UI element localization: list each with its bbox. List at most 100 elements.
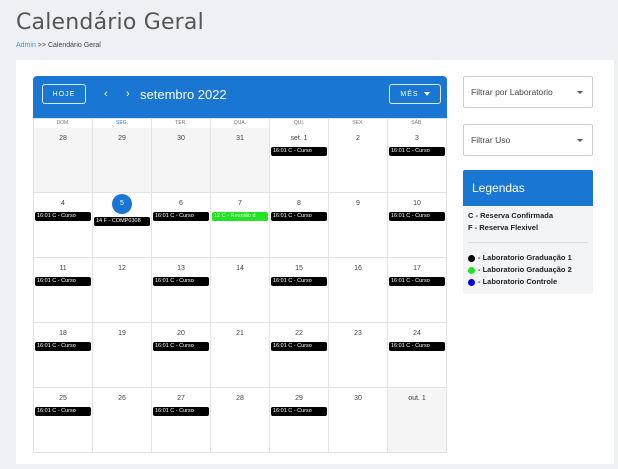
- day-number[interactable]: 27: [152, 394, 210, 404]
- day-number[interactable]: 26: [93, 394, 151, 404]
- calendar-event[interactable]: 16:01 C - Curso: [271, 147, 327, 156]
- calendar-event[interactable]: 16:01 C - Curso: [389, 147, 445, 156]
- day-number[interactable]: 16: [329, 264, 387, 274]
- calendar-event[interactable]: 16:01 C - Curso: [35, 342, 91, 351]
- day-number[interactable]: 7: [211, 199, 269, 209]
- calendar-event[interactable]: 16:01 C - Curso: [389, 277, 445, 286]
- calendar-day-cell[interactable]: 2: [329, 128, 388, 193]
- calendar-day-cell[interactable]: 4 16:01 C - Curso: [34, 193, 93, 258]
- day-number[interactable]: 19: [93, 329, 151, 339]
- day-number[interactable]: out. 1: [388, 394, 446, 404]
- next-month-icon[interactable]: ›: [126, 88, 130, 100]
- calendar-day-cell[interactable]: 16: [329, 258, 388, 323]
- day-number[interactable]: 18: [34, 329, 92, 339]
- calendar-event[interactable]: 16:01 C - Curso: [389, 212, 445, 221]
- calendar-event[interactable]: 16:01 C - Curso: [271, 407, 327, 416]
- calendar-event[interactable]: 16:01 C - Curso: [35, 212, 91, 221]
- day-number[interactable]: 25: [34, 394, 92, 404]
- day-number[interactable]: 14: [211, 264, 269, 274]
- prev-month-icon[interactable]: ‹: [104, 88, 108, 100]
- day-number[interactable]: 22: [270, 329, 328, 339]
- calendar-event[interactable]: 12 C - Reunião d: [212, 212, 268, 221]
- color-dot-icon: [468, 278, 475, 286]
- day-number[interactable]: 28: [211, 394, 269, 404]
- day-number[interactable]: 8: [270, 199, 328, 209]
- calendar-day-cell[interactable]: 20 16:01 C - Curso: [152, 323, 211, 388]
- day-number[interactable]: 15: [270, 264, 328, 274]
- breadcrumb-admin-link[interactable]: Admin: [16, 42, 36, 49]
- calendar-day-cell[interactable]: 13 16:01 C - Curso: [152, 258, 211, 323]
- calendar-day-cell[interactable]: 21: [211, 323, 270, 388]
- calendar-event[interactable]: 16:01 C - Curso: [389, 342, 445, 351]
- day-number[interactable]: 20: [152, 329, 210, 339]
- calendar-day-cell[interactable]: 23: [329, 323, 388, 388]
- day-number[interactable]: 23: [329, 329, 387, 339]
- weekday-label: TER.: [152, 119, 211, 128]
- calendar-day-cell[interactable]: 5 14 F - COMP0308: [93, 193, 152, 258]
- filter-use-select[interactable]: Filtrar Uso: [463, 124, 593, 156]
- filter-lab-select[interactable]: Filtrar por Laboratorio: [463, 76, 593, 108]
- calendar-event[interactable]: 16:01 C - Curso: [153, 407, 209, 416]
- calendar-day-cell[interactable]: 22 16:01 C - Curso: [270, 323, 329, 388]
- calendar-day-cell[interactable]: 24 16:01 C - Curso: [388, 323, 447, 388]
- day-number[interactable]: 13: [152, 264, 210, 274]
- calendar-event[interactable]: 16:01 C - Curso: [271, 212, 327, 221]
- calendar-day-cell[interactable]: 29 16:01 C - Curso: [270, 388, 329, 453]
- calendar-day-cell[interactable]: 18 16:01 C - Curso: [34, 323, 93, 388]
- calendar-day-cell[interactable]: 19: [93, 323, 152, 388]
- calendar-event[interactable]: 16:01 C - Curso: [35, 277, 91, 286]
- day-number[interactable]: 3: [388, 134, 446, 144]
- day-number[interactable]: 29: [270, 394, 328, 404]
- day-number[interactable]: set. 1: [270, 134, 328, 144]
- calendar-day-cell[interactable]: 31: [211, 128, 270, 193]
- calendar-event[interactable]: 16:01 C - Curso: [35, 407, 91, 416]
- day-number[interactable]: 28: [34, 134, 92, 144]
- calendar-day-cell[interactable]: 29: [93, 128, 152, 193]
- calendar-event[interactable]: 16:01 C - Curso: [153, 212, 209, 221]
- day-number[interactable]: 30: [329, 394, 387, 404]
- day-number[interactable]: 12: [93, 264, 151, 274]
- view-mode-select[interactable]: MÊS: [389, 84, 441, 104]
- calendar-day-cell[interactable]: 14: [211, 258, 270, 323]
- calendar-day-cell[interactable]: 26: [93, 388, 152, 453]
- breadcrumb: Admin >> Calendário Geral: [16, 42, 101, 49]
- day-number[interactable]: 2: [329, 134, 387, 144]
- day-number[interactable]: 29: [93, 134, 151, 144]
- calendar-event[interactable]: 16:01 C - Curso: [271, 342, 327, 351]
- day-number[interactable]: 30: [152, 134, 210, 144]
- calendar-day-cell[interactable]: 28: [211, 388, 270, 453]
- today-day-number[interactable]: 5: [112, 194, 132, 214]
- day-number[interactable]: 9: [329, 199, 387, 209]
- calendar-day-cell[interactable]: 15 16:01 C - Curso: [270, 258, 329, 323]
- calendar-day-cell[interactable]: 30: [152, 128, 211, 193]
- calendar-day-cell[interactable]: 9: [329, 193, 388, 258]
- today-button[interactable]: HOJE: [42, 84, 86, 104]
- calendar-event[interactable]: 16:01 C - Curso: [153, 342, 209, 351]
- day-number[interactable]: 31: [211, 134, 269, 144]
- day-number[interactable]: 17: [388, 264, 446, 274]
- calendar-weeks: 28 29 30 31 set. 1 16:01 C - Curso 2 3 16:01 C -…: [34, 128, 447, 453]
- calendar-day-cell[interactable]: 27 16:01 C - Curso: [152, 388, 211, 453]
- calendar-day-cell[interactable]: 11 16:01 C - Curso: [34, 258, 93, 323]
- calendar-event[interactable]: 16:01 C - Curso: [153, 277, 209, 286]
- calendar-day-cell[interactable]: 17 16:01 C - Curso: [388, 258, 447, 323]
- calendar-day-cell[interactable]: set. 1 16:01 C - Curso: [270, 128, 329, 193]
- calendar-day-cell[interactable]: 8 16:01 C - Curso: [270, 193, 329, 258]
- day-number[interactable]: 4: [34, 199, 92, 209]
- calendar-event[interactable]: 14 F - COMP0308: [94, 217, 150, 226]
- day-number[interactable]: 11: [34, 264, 92, 274]
- calendar-day-cell[interactable]: 30: [329, 388, 388, 453]
- day-number[interactable]: 6: [152, 199, 210, 209]
- calendar-day-cell[interactable]: 25 16:01 C - Curso: [34, 388, 93, 453]
- calendar-day-cell[interactable]: out. 1: [388, 388, 447, 453]
- calendar-event[interactable]: 16:01 C - Curso: [271, 277, 327, 286]
- calendar-day-cell[interactable]: 7 12 C - Reunião d: [211, 193, 270, 258]
- day-number[interactable]: 21: [211, 329, 269, 339]
- day-number[interactable]: 24: [388, 329, 446, 339]
- calendar-day-cell[interactable]: 6 16:01 C - Curso: [152, 193, 211, 258]
- calendar-day-cell[interactable]: 3 16:01 C - Curso: [388, 128, 447, 193]
- calendar-day-cell[interactable]: 28: [34, 128, 93, 193]
- calendar-day-cell[interactable]: 12: [93, 258, 152, 323]
- day-number[interactable]: 10: [388, 199, 446, 209]
- calendar-day-cell[interactable]: 10 16:01 C - Curso: [388, 193, 447, 258]
